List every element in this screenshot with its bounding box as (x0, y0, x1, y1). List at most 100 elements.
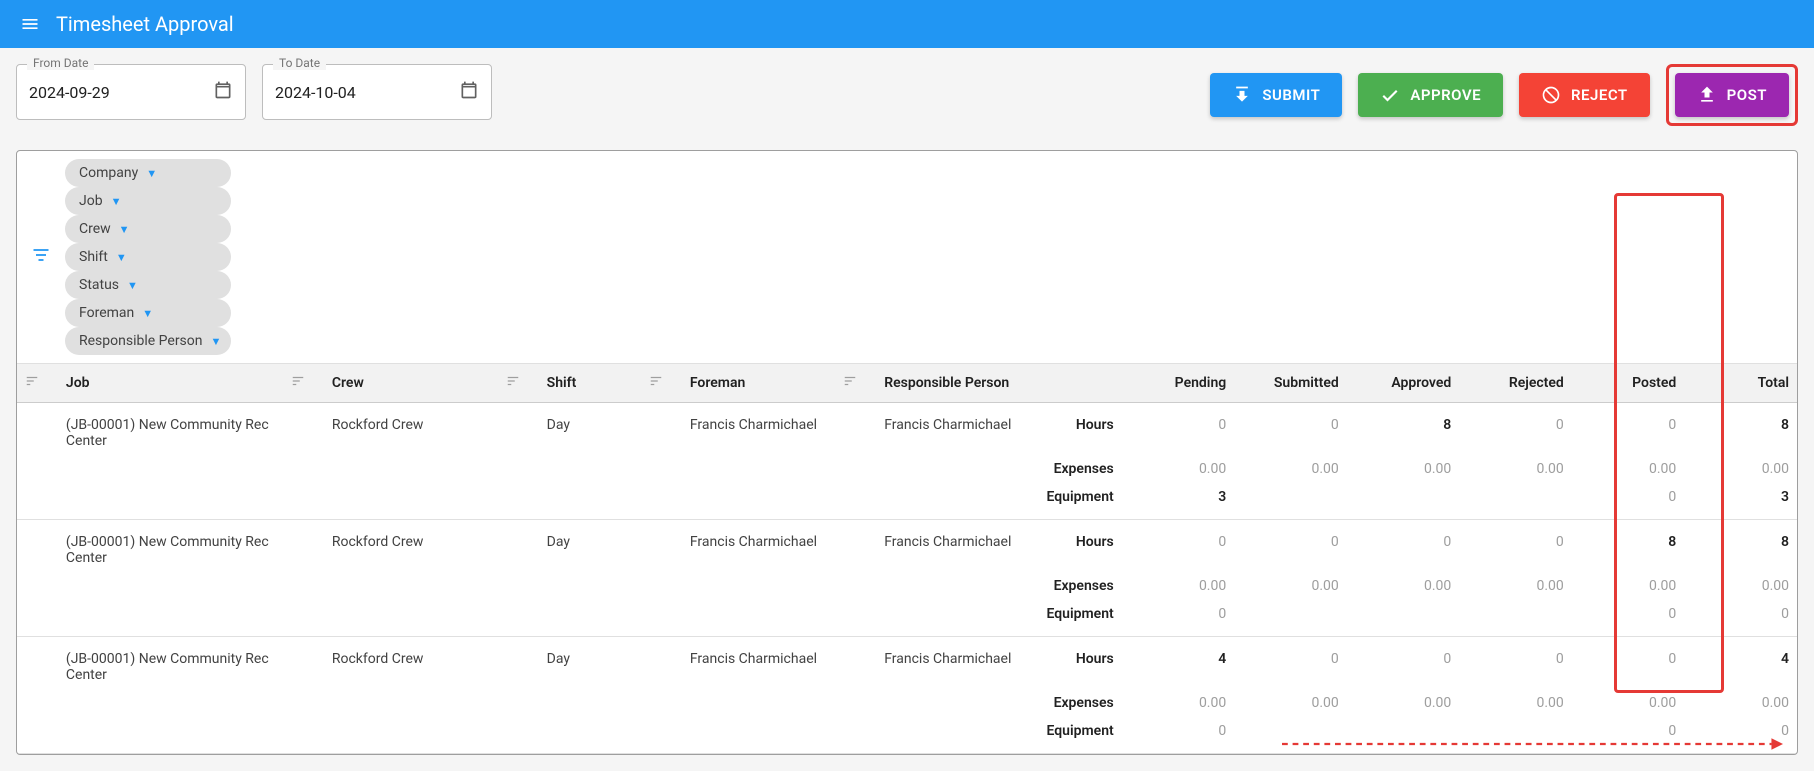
submit-button[interactable]: SUBMIT (1210, 73, 1342, 117)
table-row[interactable]: Expenses0.000.000.000.000.000.00 (17, 572, 1797, 600)
table-row[interactable]: (JB-00001) New Community Rec CenterRockf… (17, 520, 1797, 573)
metric-label: Hours (1030, 637, 1122, 690)
chip-label: Crew (79, 221, 111, 237)
filter-chip-foreman[interactable]: Foreman▼ (65, 299, 231, 327)
cell-pending: 0 (1122, 600, 1235, 637)
chip-label: Shift (79, 249, 108, 265)
table-row[interactable]: Expenses0.000.000.000.000.000.00 (17, 455, 1797, 483)
col-shift[interactable]: Shift (539, 364, 641, 403)
cell-submitted: 0 (1234, 637, 1347, 690)
cell-crew: Rockford Crew (324, 637, 498, 690)
col-job[interactable]: Job (58, 364, 283, 403)
cell-submitted (1234, 483, 1347, 520)
cell-shift: Day (539, 403, 641, 456)
approve-button[interactable]: APPROVE (1358, 73, 1503, 117)
table-row[interactable]: (JB-00001) New Community Rec CenterRockf… (17, 403, 1797, 456)
col-resp[interactable]: Responsible Person (876, 364, 1029, 403)
cell-approved: 0 (1347, 520, 1460, 573)
table-row[interactable]: Expenses0.000.000.000.000.000.00 (17, 689, 1797, 717)
download-icon (1232, 85, 1252, 105)
cell-total: 0.00 (1684, 455, 1797, 483)
chevron-down-icon: ▼ (116, 251, 127, 264)
cell-posted: 0.00 (1572, 572, 1685, 600)
cell-rejected (1459, 600, 1572, 637)
cell-submitted: 0 (1234, 520, 1347, 573)
table-row[interactable]: Equipment000 (17, 717, 1797, 754)
table-row[interactable]: (JB-00001) New Community Rec Center Rockf… (17, 637, 1797, 690)
from-date-field[interactable]: From Date 2024-09-29 (16, 64, 246, 120)
metric-label: Equipment (1030, 600, 1122, 637)
sort-shift[interactable] (498, 364, 539, 403)
cell-posted: 0.00 (1572, 689, 1685, 717)
cell-approved: 0.00 (1347, 455, 1460, 483)
chip-label: Foreman (79, 305, 134, 321)
cell-posted: 0 (1572, 637, 1685, 690)
metric-label: Expenses (1030, 455, 1122, 483)
chip-label: Company (79, 165, 138, 181)
cell-approved (1347, 483, 1460, 520)
cell-posted: 0 (1572, 717, 1685, 754)
metric-label: Equipment (1030, 483, 1122, 520)
cell-shift: Day (539, 637, 641, 690)
cell-posted: 0 (1572, 600, 1685, 637)
cell-total: 8 (1684, 520, 1797, 573)
col-approved[interactable]: Approved (1347, 364, 1460, 403)
col-crew[interactable]: Crew (324, 364, 498, 403)
cell-rejected: 0 (1459, 403, 1572, 456)
sort-job[interactable] (17, 364, 58, 403)
metric-label: Hours (1030, 403, 1122, 456)
data-grid: Company▼Job▼Crew▼Shift▼Status▼Foreman▼Re… (16, 150, 1798, 755)
check-icon (1380, 85, 1400, 105)
filter-chip-job[interactable]: Job▼ (65, 187, 231, 215)
cell-total: 0.00 (1684, 572, 1797, 600)
sort-crew[interactable] (283, 364, 324, 403)
cell-foreman: Francis Charmichael (682, 637, 835, 690)
cell-submitted (1234, 600, 1347, 637)
header-row: Job Crew Shift Foreman Responsible Perso… (17, 364, 1797, 403)
col-submitted[interactable]: Submitted (1234, 364, 1347, 403)
table-row[interactable]: Equipment303 (17, 483, 1797, 520)
col-posted[interactable]: Posted (1572, 364, 1685, 403)
to-date-field[interactable]: To Date 2024-10-04 (262, 64, 492, 120)
filter-chip-status[interactable]: Status▼ (65, 271, 231, 299)
cell-job: (JB-00001) New Community Rec Center (58, 637, 283, 690)
col-foreman[interactable]: Foreman (682, 364, 835, 403)
cell-shift: Day (539, 520, 641, 573)
cell-total: 0 (1684, 717, 1797, 754)
calendar-icon[interactable] (213, 80, 233, 104)
filter-chip-shift[interactable]: Shift ▼ (65, 243, 231, 271)
chevron-down-icon: ▼ (119, 223, 130, 236)
cell-posted: 0 (1572, 483, 1685, 520)
cell-approved: 0.00 (1347, 572, 1460, 600)
filter-bar: Company▼Job▼ Crew ▼ Shift ▼ Status▼Foreman▼Re… (17, 151, 1797, 364)
cell-submitted: 0.00 (1234, 572, 1347, 600)
cell-approved (1347, 600, 1460, 637)
sort-resp[interactable] (835, 364, 876, 403)
col-rejected[interactable]: Rejected (1459, 364, 1572, 403)
cell-resp: Francis Charmichael (876, 637, 1029, 690)
filter-chip-company[interactable]: Company▼ (65, 159, 231, 187)
chip-label: Job (79, 193, 103, 209)
filter-chip-crew[interactable]: Crew ▼ (65, 215, 231, 243)
cell-posted: 0 (1572, 403, 1685, 456)
col-pending[interactable]: Pending (1122, 364, 1235, 403)
from-date-value: 2024-09-29 (29, 83, 213, 102)
sort-foreman[interactable] (641, 364, 682, 403)
cell-total: 0.00 (1684, 689, 1797, 717)
filter-chip-responsible-person[interactable]: Responsible Person▼ (65, 327, 231, 355)
filter-icon[interactable] (27, 241, 55, 273)
metric-label: Hours (1030, 520, 1122, 573)
post-button[interactable]: POST (1675, 73, 1789, 117)
cell-rejected (1459, 483, 1572, 520)
cell-rejected: 0 (1459, 520, 1572, 573)
cell-posted: 8 (1572, 520, 1685, 573)
calendar-icon[interactable] (459, 80, 479, 104)
menu-button[interactable] (12, 6, 48, 42)
submit-label: SUBMIT (1262, 86, 1320, 104)
cell-pending: 0 (1122, 717, 1235, 754)
table-row[interactable]: Equipment000 (17, 600, 1797, 637)
cell-total: 0 (1684, 600, 1797, 637)
col-total[interactable]: Total (1684, 364, 1797, 403)
cell-total: 3 (1684, 483, 1797, 520)
reject-button[interactable]: REJECT (1519, 73, 1650, 117)
